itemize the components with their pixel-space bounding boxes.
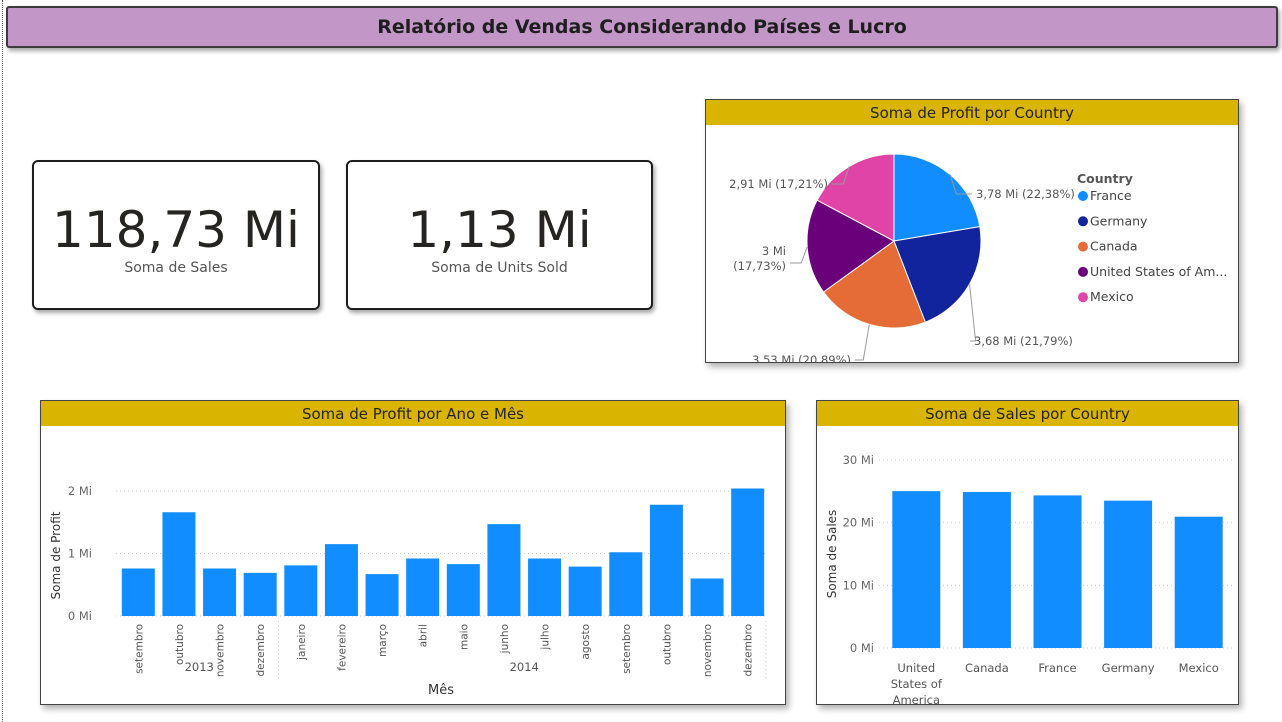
profit-by-month-visual[interactable]: Soma de Profit por Ano e Mês 0 Mi 1 Mi 2 M… (40, 400, 786, 705)
sales-x-tick: Germany (1102, 661, 1155, 675)
pie-legend-label: Germany (1090, 213, 1148, 228)
sales-bar (1104, 500, 1153, 648)
profit-x-tick: junho (499, 624, 511, 654)
profit-x-tick: dezembro (743, 624, 755, 677)
profit-bar (121, 568, 155, 616)
pie-data-label: 3,78 Mi (22,38%) (976, 187, 1075, 201)
pie-legend-marker (1078, 266, 1088, 277)
sales-y-tick: 0 Mi (850, 641, 874, 655)
sales-chart-svg: 0 Mi 10 Mi 20 Mi 30 Mi Soma de Sales United St… (825, 453, 1232, 722)
profit-x-tick: maio (458, 624, 470, 650)
profit-bar (365, 574, 399, 616)
card-sales-value: 118,73 Mi (52, 201, 300, 259)
profit-bar (528, 558, 562, 616)
profit-bar (446, 564, 480, 616)
pie-legend-label: Mexico (1090, 289, 1134, 304)
profit-bar (284, 565, 318, 616)
pie-legend-marker (1078, 216, 1088, 227)
card-units-label: Soma de Units Sold (431, 260, 568, 276)
profit-x-tick: março (377, 624, 389, 657)
sales-x-tick: Canada (965, 661, 1009, 675)
profit-bar (324, 544, 358, 616)
pie-data-label: 3,68 Mi (21,79%) (974, 334, 1073, 348)
pie-legend-marker (1078, 191, 1088, 201)
profit-bar (406, 558, 440, 616)
card-sales[interactable]: 118,73 Mi Soma de Sales (32, 160, 320, 310)
profit-chart-title: Soma de Profit por Ano e Mês (41, 401, 785, 426)
profit-bar (568, 566, 602, 616)
profit-year-label: 2013 (185, 660, 214, 674)
profit-x-tick: janeiro (296, 624, 308, 661)
profit-y-tick: 2 Mi (68, 484, 92, 498)
profit-bar (649, 504, 683, 616)
sales-x-tick: States of (891, 677, 943, 691)
pie-leader-line (790, 246, 808, 264)
pie-data-label: 3,53 Mi (20,89%) (752, 353, 851, 362)
sales-y-tick: 30 Mi (843, 453, 874, 467)
sales-x-tick: France (1038, 661, 1076, 675)
sales-y-tick: 20 Mi (843, 516, 874, 530)
pie-legend-label: France (1090, 188, 1132, 203)
pie-legend-marker (1078, 241, 1088, 252)
pie-chart-title: Soma de Profit por Country (706, 100, 1238, 125)
sales-chart-title: Soma de Sales por Country (817, 401, 1238, 426)
profit-x-tick: setembro (621, 624, 633, 674)
pie-data-label: 3 Mi (762, 244, 786, 258)
profit-bar (609, 552, 643, 616)
profit-y-tick: 1 Mi (68, 547, 92, 561)
profit-bar (203, 568, 237, 616)
page-left-border (2, 0, 3, 722)
profit-x-tick: dezembro (255, 624, 267, 677)
profit-bar (162, 512, 196, 616)
pie-data-label: (17,73%) (733, 259, 786, 273)
sales-y-axis-title: Soma de Sales (825, 510, 839, 599)
profit-x-axis-title: Mês (428, 683, 454, 698)
sales-y-tick: 10 Mi (843, 578, 874, 592)
profit-bar (690, 578, 724, 616)
pie-legend-label: United States of Am... (1090, 264, 1227, 279)
profit-x-tick: julho (540, 624, 552, 651)
pie-legend-label: Canada (1090, 239, 1138, 254)
pie-data-label: 2,91 Mi (17,21%) (729, 177, 828, 191)
profit-x-tick: outubro (661, 624, 673, 665)
page-title: Relatório de Vendas Considerando Países … (377, 16, 907, 38)
pie-slice (893, 153, 981, 242)
pie-legend-title: Country (1077, 171, 1133, 186)
sales-bar (1174, 516, 1223, 648)
pie-leader-line (969, 284, 977, 342)
sales-x-tick: America (893, 693, 940, 704)
profit-x-tick: fevereiro (336, 624, 348, 671)
pie-chart-svg: 3,78 Mi (22,38%) 3,68 Mi (21,79%) 3,53 Mi … (729, 153, 1227, 367)
sales-bar (962, 492, 1011, 648)
profit-x-tick: abril (418, 624, 430, 647)
profit-x-tick: novembro (702, 624, 714, 677)
card-units-sold[interactable]: 1,13 Mi Soma de Units Sold (346, 160, 653, 310)
pie-leader-line (855, 324, 870, 361)
sales-bar (1033, 495, 1082, 648)
profit-bar (487, 524, 521, 616)
profit-year-label: 2014 (510, 660, 539, 674)
card-sales-label: Soma de Sales (124, 260, 228, 276)
sales-by-country-visual[interactable]: Soma de Sales por Country 0 Mi 10 Mi 20 Mi… (816, 400, 1239, 722)
card-units-value: 1,13 Mi (407, 201, 592, 259)
profit-y-axis-title: Soma de Profit (49, 511, 63, 599)
pie-chart-visual[interactable]: Soma de Profit por Country 3,78 Mi (22,3… (705, 99, 1239, 367)
profit-x-tick: setembro (133, 624, 145, 674)
profit-chart-svg: 0 Mi 1 Mi 2 Mi Soma de Profit setembro outubr… (49, 484, 767, 698)
sales-x-tick: United (897, 661, 935, 675)
pie-legend-marker (1078, 292, 1088, 303)
profit-bar (731, 488, 765, 616)
profit-bar (243, 572, 277, 616)
sales-bar (892, 491, 941, 648)
profit-y-tick: 0 Mi (68, 609, 92, 623)
sales-x-tick: Mexico (1179, 661, 1219, 675)
profit-x-tick: outubro (174, 624, 186, 665)
profit-x-tick: novembro (215, 624, 227, 677)
page-title-bar: Relatório de Vendas Considerando Países … (6, 6, 1278, 48)
profit-x-tick: agosto (580, 624, 592, 660)
